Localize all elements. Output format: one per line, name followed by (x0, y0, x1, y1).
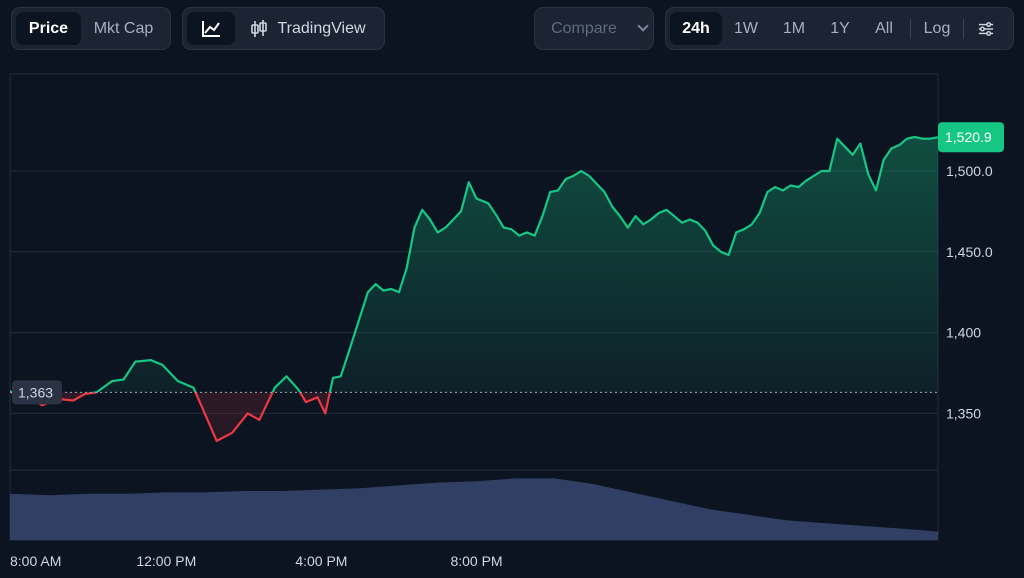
price-series (10, 135, 939, 442)
price-chart[interactable]: 1,350 1,400 1,450.0 1,500.0 8:00 AM 12:00 PM… (0, 0, 1024, 578)
y-tick-label: 1,350 (946, 405, 981, 421)
x-tick-label: 8:00 AM (10, 553, 61, 569)
x-axis: 8:00 AM 12:00 PM 4:00 PM 8:00 PM (10, 553, 503, 569)
last-price-badge: 1,520.9 (938, 122, 1004, 153)
y-axis: 1,350 1,400 1,450.0 1,500.0 (946, 163, 993, 421)
y-tick-label: 1,500.0 (946, 163, 993, 179)
x-tick-label: 12:00 PM (136, 553, 196, 569)
y-tick-label: 1,450.0 (946, 244, 993, 260)
volume-area (10, 478, 938, 540)
last-price-badge-label: 1,520.9 (945, 129, 992, 145)
y-tick-label: 1,400 (946, 325, 981, 341)
baseline-badge-label: 1,363 (18, 384, 53, 400)
volume-bars (10, 478, 938, 540)
x-tick-label: 4:00 PM (295, 553, 347, 569)
baseline-badge: 1,363 (12, 380, 62, 405)
x-tick-label: 8:00 PM (450, 553, 502, 569)
price-area-up (10, 137, 938, 393)
